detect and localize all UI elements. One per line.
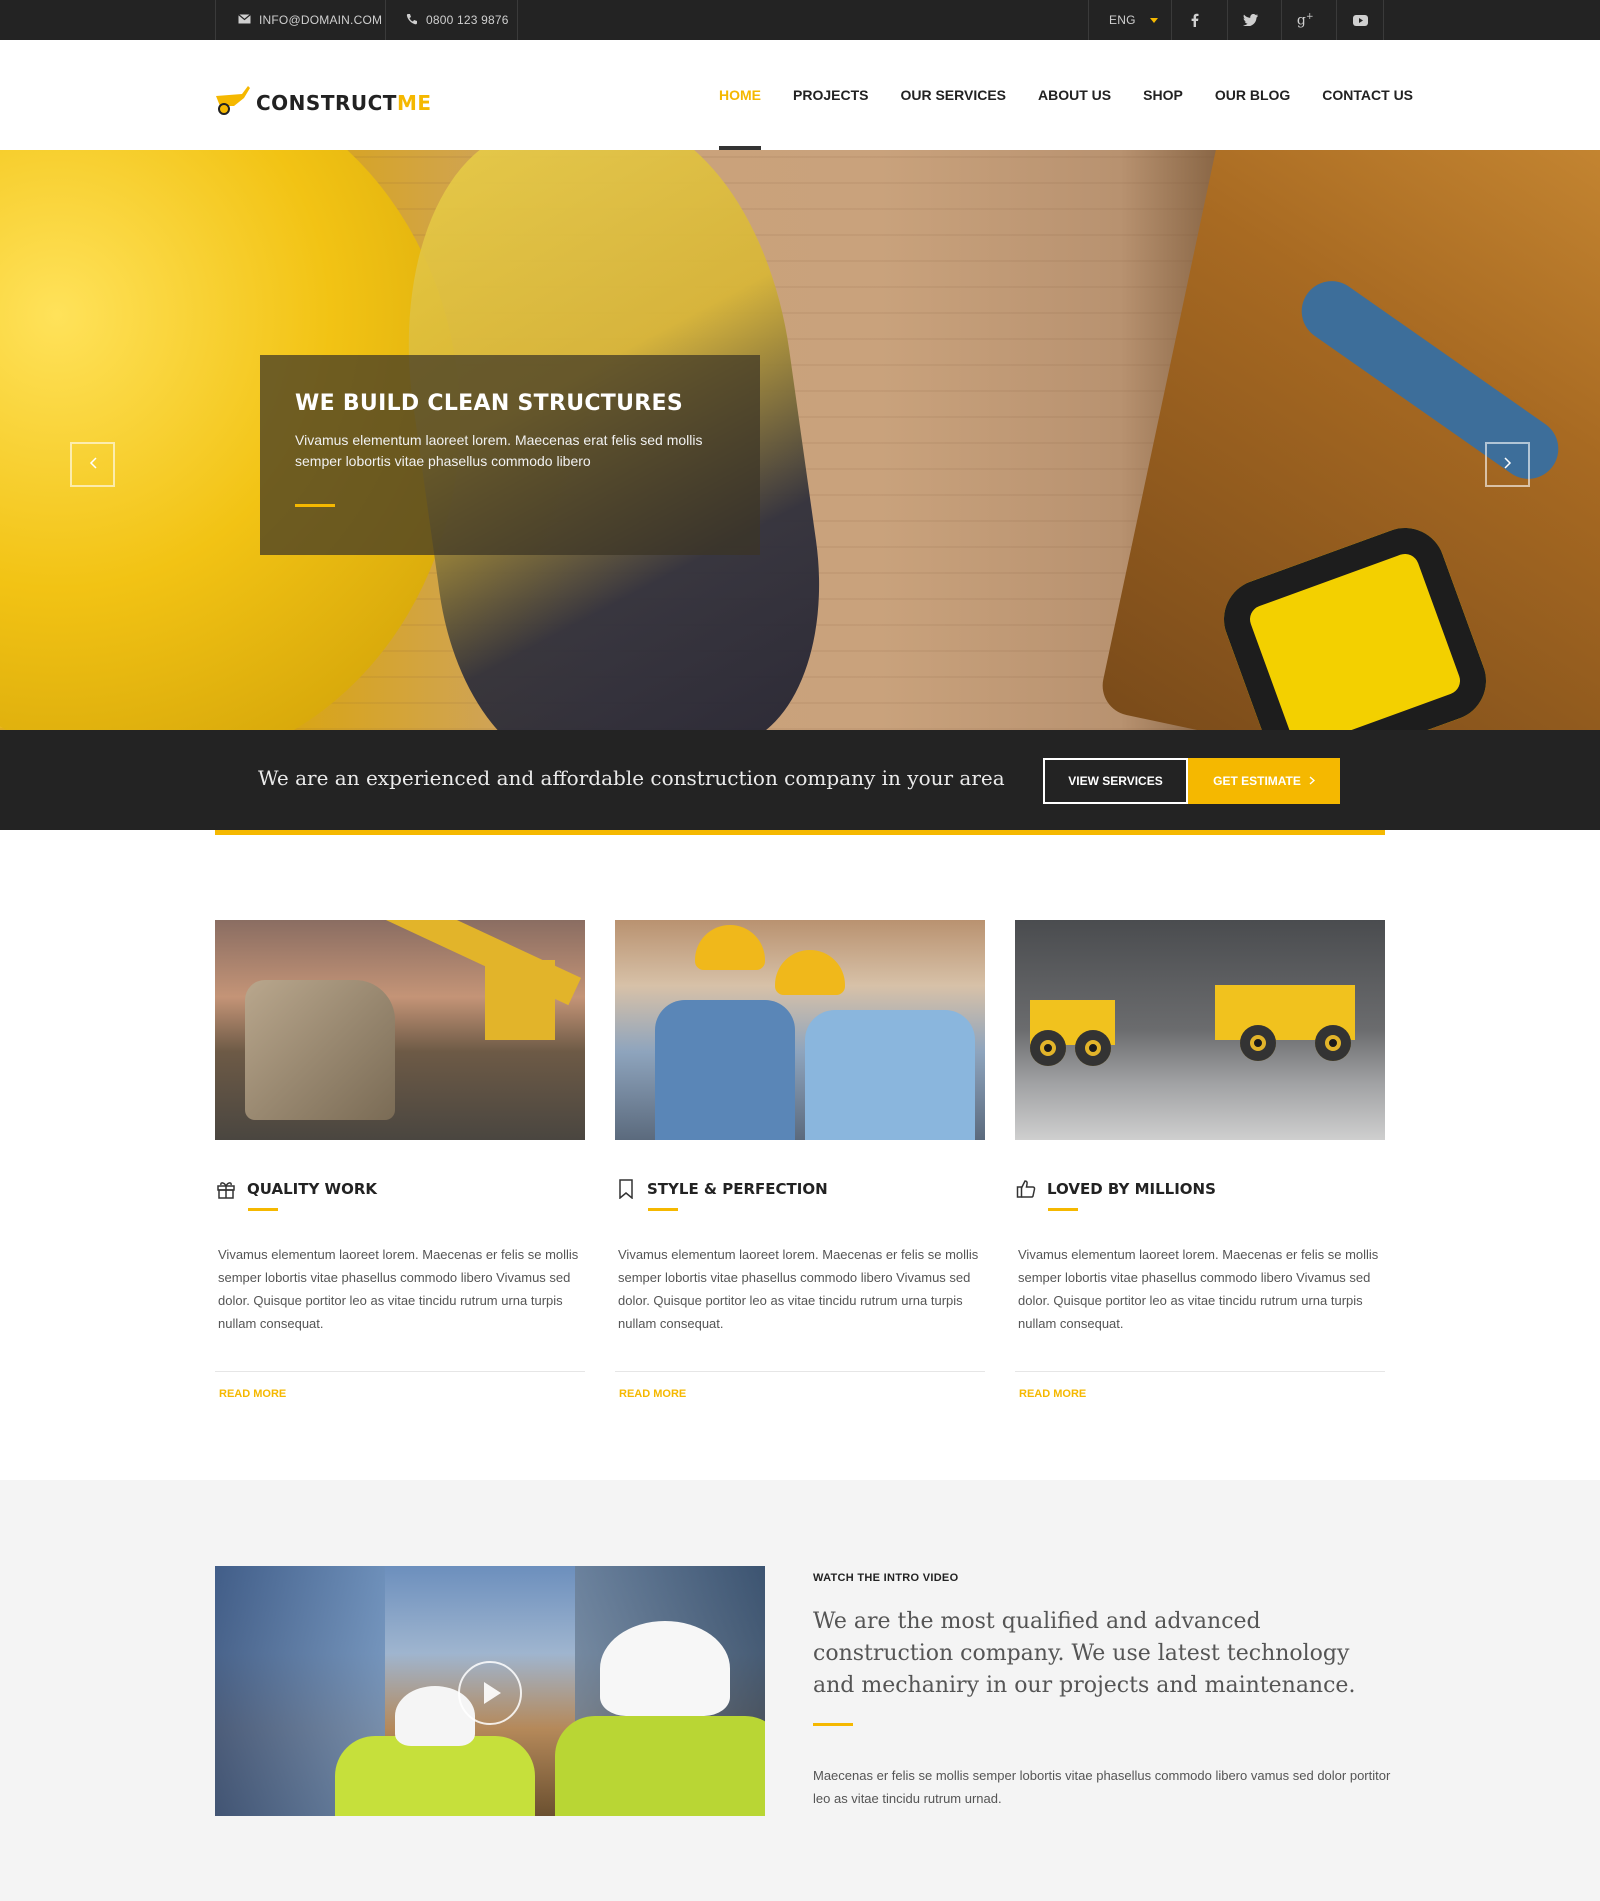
- feature-image-trucks: [1015, 920, 1385, 1140]
- main-navigation: HOME PROJECTS OUR SERVICES ABOUT US SHOP…: [719, 40, 1445, 150]
- intro-video-section: WATCH THE INTRO VIDEO We are the most qu…: [0, 1480, 1600, 1901]
- chevron-left-icon: [89, 456, 97, 474]
- video-eyebrow: WATCH THE INTRO VIDEO: [813, 1572, 959, 1584]
- envelope-icon: [238, 13, 251, 27]
- read-more-link[interactable]: READ MORE: [215, 1388, 585, 1400]
- facebook-icon[interactable]: [1172, 0, 1219, 40]
- feature-title: STYLE & PERFECTION: [647, 1180, 828, 1198]
- feature-card: STYLE & PERFECTION Vivamus elementum lao…: [615, 920, 985, 1400]
- gift-icon: [215, 1178, 237, 1200]
- nav-our-services[interactable]: OUR SERVICES: [900, 40, 1006, 150]
- view-services-button[interactable]: VIEW SERVICES: [1043, 758, 1188, 804]
- feature-divider: [1048, 1208, 1078, 1211]
- feature-card: QUALITY WORK Vivamus elementum laoreet l…: [215, 920, 585, 1400]
- thumbs-up-icon: [1015, 1178, 1037, 1200]
- site-header: CONSTRUCTME HOME PROJECTS OUR SERVICES A…: [0, 40, 1600, 150]
- feature-text: Vivamus elementum laoreet lorem. Maecena…: [1018, 1247, 1379, 1331]
- youtube-icon[interactable]: [1336, 0, 1383, 40]
- phone-icon: [406, 13, 418, 28]
- wheelbarrow-icon: [214, 84, 250, 121]
- bookmark-icon: [615, 1178, 637, 1200]
- twitter-icon[interactable]: [1226, 0, 1274, 40]
- nav-home[interactable]: HOME: [719, 40, 761, 150]
- slide-caption: WE BUILD CLEAN STRUCTURES Vivamus elemen…: [260, 355, 760, 555]
- caret-down-icon: [1149, 17, 1158, 23]
- logo-text-main: CONSTRUCT: [256, 90, 397, 115]
- play-icon[interactable]: [458, 1661, 522, 1725]
- video-heading: We are the most qualified and advanced c…: [813, 1609, 1356, 1698]
- language-selector[interactable]: ENG: [1088, 0, 1171, 40]
- tagline-band: We are an experienced and affordable con…: [0, 730, 1600, 830]
- slide-text: Vivamus elementum laoreet lorem. Maecena…: [295, 432, 703, 469]
- accent-divider: [215, 830, 1385, 835]
- feature-divider: [648, 1208, 678, 1211]
- feature-image-excavator: [215, 920, 585, 1140]
- feature-separator: [215, 1371, 585, 1372]
- video-text: Maecenas er felis se mollis semper lobor…: [813, 1768, 1391, 1806]
- language-label: ENG: [1109, 13, 1136, 27]
- get-estimate-button[interactable]: GET ESTIMATE: [1188, 758, 1340, 804]
- social-links: g+: [1171, 0, 1384, 40]
- slide-divider: [295, 504, 335, 507]
- chevron-right-icon: [1503, 456, 1512, 474]
- hero-slider: WE BUILD CLEAN STRUCTURES Vivamus elemen…: [0, 150, 1600, 730]
- nav-contact-us[interactable]: CONTACT US: [1322, 40, 1413, 150]
- contact-email[interactable]: INFO@DOMAIN.COM: [215, 0, 385, 40]
- nav-projects[interactable]: PROJECTS: [793, 40, 868, 150]
- logo-text: CONSTRUCTME: [256, 91, 432, 115]
- nav-shop[interactable]: SHOP: [1143, 40, 1183, 150]
- nav-about-us[interactable]: ABOUT US: [1038, 40, 1111, 150]
- video-divider: [813, 1723, 853, 1726]
- contact-email-text: INFO@DOMAIN.COM: [259, 13, 383, 27]
- feature-text: Vivamus elementum laoreet lorem. Maecena…: [218, 1247, 579, 1331]
- feature-text: Vivamus elementum laoreet lorem. Maecena…: [618, 1247, 979, 1331]
- feature-separator: [1015, 1371, 1385, 1372]
- logo[interactable]: CONSTRUCTME: [214, 84, 432, 121]
- google-plus-icon[interactable]: g+: [1281, 0, 1328, 40]
- feature-image-workers: [615, 920, 985, 1140]
- read-more-link[interactable]: READ MORE: [615, 1388, 985, 1400]
- slider-prev-button[interactable]: [70, 442, 115, 487]
- tagline-text: We are an experienced and affordable con…: [258, 766, 1005, 790]
- nav-our-blog[interactable]: OUR BLOG: [1215, 40, 1290, 150]
- top-bar: INFO@DOMAIN.COM 0800 123 9876 ENG g+: [0, 0, 1600, 40]
- read-more-link[interactable]: READ MORE: [1015, 1388, 1385, 1400]
- contact-phone-text: 0800 123 9876: [426, 13, 509, 27]
- get-estimate-label: GET ESTIMATE: [1213, 774, 1301, 788]
- feature-title: QUALITY WORK: [247, 1180, 378, 1198]
- feature-divider: [248, 1208, 278, 1211]
- feature-title: LOVED BY MILLIONS: [1047, 1180, 1216, 1198]
- video-thumbnail[interactable]: [215, 1566, 765, 1816]
- feature-separator: [615, 1371, 985, 1372]
- slide-title: WE BUILD CLEAN STRUCTURES: [295, 391, 683, 416]
- contact-phone[interactable]: 0800 123 9876: [385, 0, 518, 40]
- slider-next-button[interactable]: [1485, 442, 1530, 487]
- logo-text-accent: ME: [396, 90, 432, 115]
- chevron-right-icon: [1309, 774, 1315, 788]
- feature-card: LOVED BY MILLIONS Vivamus elementum laor…: [1015, 920, 1385, 1400]
